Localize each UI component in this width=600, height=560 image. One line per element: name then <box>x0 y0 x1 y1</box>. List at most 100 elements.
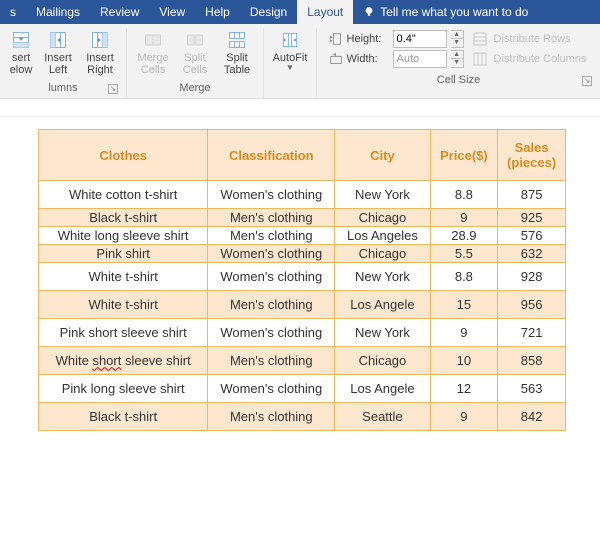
table-cell[interactable]: Men's clothing <box>208 403 335 431</box>
table-row[interactable]: White cotton t-shirtWomen's clothingNew … <box>39 181 566 209</box>
table-row[interactable]: Black t-shirtMen's clothingSeattle9842 <box>39 403 566 431</box>
table-cell[interactable]: New York <box>335 319 430 347</box>
table-row[interactable]: White t-shirtWomen's clothingNew York8.8… <box>39 263 566 291</box>
table-cell[interactable]: Women's clothing <box>208 319 335 347</box>
height-input[interactable] <box>393 30 447 48</box>
tab-truncated[interactable]: s <box>0 0 26 24</box>
table-cell[interactable]: Women's clothing <box>208 375 335 403</box>
table-cell[interactable]: 925 <box>498 209 566 227</box>
col-city[interactable]: City <box>335 130 430 181</box>
col-width-icon <box>329 52 343 66</box>
table-cell[interactable]: 721 <box>498 319 566 347</box>
group-merge: Merge Cells Split Cells Split Table Merg… <box>127 28 264 98</box>
table-row[interactable]: White long sleeve shirtMen's clothingLos… <box>39 227 566 245</box>
table-cell[interactable]: Seattle <box>335 403 430 431</box>
insert-right-button[interactable]: Insert Right <box>80 28 120 78</box>
table-cell[interactable]: Men's clothing <box>208 347 335 375</box>
table-cell[interactable]: Men's clothing <box>208 209 335 227</box>
table-cell[interactable]: 9 <box>430 319 498 347</box>
data-table[interactable]: Clothes Classification City Price($) Sal… <box>38 129 566 431</box>
group-rows-columns: sert elow Insert Left Insert Right lumns… <box>0 28 127 98</box>
table-cell[interactable]: Black t-shirt <box>39 403 208 431</box>
table-cell[interactable]: 842 <box>498 403 566 431</box>
document-area: Clothes Classification City Price($) Sal… <box>0 117 600 543</box>
table-cell[interactable]: Chicago <box>335 245 430 263</box>
table-cell[interactable]: 563 <box>498 375 566 403</box>
table-cell[interactable]: 9 <box>430 209 498 227</box>
tab-layout[interactable]: Layout <box>297 0 353 24</box>
group-autofit: AutoFit ▼ <box>264 28 317 98</box>
height-spinner[interactable]: ▲▼ <box>451 30 464 48</box>
tell-me-search[interactable]: Tell me what you want to do <box>353 0 600 24</box>
table-cell[interactable]: White cotton t-shirt <box>39 181 208 209</box>
autofit-button[interactable]: AutoFit ▼ <box>270 28 310 74</box>
table-row[interactable]: White short sleeve shirtMen's clothingCh… <box>39 347 566 375</box>
table-cell[interactable]: Black t-shirt <box>39 209 208 227</box>
table-cell[interactable]: 632 <box>498 245 566 263</box>
table-cell[interactable]: Los Angele <box>335 375 430 403</box>
table-row[interactable]: Pink long sleeve shirtWomen's clothingLo… <box>39 375 566 403</box>
table-cell[interactable]: 5.5 <box>430 245 498 263</box>
table-cell[interactable]: Pink long sleeve shirt <box>39 375 208 403</box>
table-cell[interactable]: 858 <box>498 347 566 375</box>
table-row[interactable]: White t-shirtMen's clothingLos Angele159… <box>39 291 566 319</box>
col-clothes[interactable]: Clothes <box>39 130 208 181</box>
table-cell[interactable]: 928 <box>498 263 566 291</box>
table-cell[interactable]: Chicago <box>335 209 430 227</box>
tab-review[interactable]: Review <box>90 0 149 24</box>
merge-cells-icon <box>143 30 163 50</box>
distribute-columns-button[interactable]: Distribute Columns <box>472 51 587 67</box>
dialog-launcher-icon[interactable]: ↘ <box>582 76 592 86</box>
table-row[interactable]: Pink shirtWomen's clothingChicago5.5632 <box>39 245 566 263</box>
table-cell[interactable]: 10 <box>430 347 498 375</box>
tab-view[interactable]: View <box>149 0 195 24</box>
tab-design[interactable]: Design <box>240 0 297 24</box>
ruler[interactable] <box>0 99 600 117</box>
split-table-button[interactable]: Split Table <box>217 28 257 78</box>
distribute-rows-button[interactable]: Distribute Rows <box>472 31 587 47</box>
table-row[interactable]: Black t-shirtMen's clothingChicago9925 <box>39 209 566 227</box>
split-cells-label: Split Cells <box>183 52 207 76</box>
group-merge-label: Merge <box>133 80 257 98</box>
insert-left-button[interactable]: Insert Left <box>38 28 78 78</box>
table-cell[interactable]: Los Angeles <box>335 227 430 245</box>
insert-below-icon <box>11 30 31 50</box>
table-cell[interactable]: New York <box>335 181 430 209</box>
table-cell[interactable]: 28.9 <box>430 227 498 245</box>
table-cell[interactable]: White long sleeve shirt <box>39 227 208 245</box>
table-cell[interactable]: Men's clothing <box>208 227 335 245</box>
table-cell[interactable]: Women's clothing <box>208 263 335 291</box>
table-cell[interactable]: 576 <box>498 227 566 245</box>
table-cell[interactable]: Chicago <box>335 347 430 375</box>
table-cell[interactable]: 8.8 <box>430 263 498 291</box>
table-cell[interactable]: 956 <box>498 291 566 319</box>
tell-me-label: Tell me what you want to do <box>380 5 528 19</box>
col-sales[interactable]: Sales (pieces) <box>498 130 566 181</box>
table-cell[interactable]: 875 <box>498 181 566 209</box>
table-cell[interactable]: 15 <box>430 291 498 319</box>
table-cell[interactable]: 12 <box>430 375 498 403</box>
table-cell[interactable]: New York <box>335 263 430 291</box>
tab-help[interactable]: Help <box>195 0 240 24</box>
table-cell[interactable]: White t-shirt <box>39 263 208 291</box>
table-cell[interactable]: 8.8 <box>430 181 498 209</box>
width-spinner[interactable]: ▲▼ <box>451 50 464 68</box>
insert-below-button[interactable]: sert elow <box>6 28 36 78</box>
table-cell[interactable]: 9 <box>430 403 498 431</box>
table-cell[interactable]: Pink shirt <box>39 245 208 263</box>
width-input[interactable] <box>393 50 447 68</box>
table-cell[interactable]: Women's clothing <box>208 245 335 263</box>
table-row[interactable]: Pink short sleeve shirtWomen's clothingN… <box>39 319 566 347</box>
tab-mailings[interactable]: Mailings <box>26 0 90 24</box>
group-rows-columns-label: lumns ↘ <box>6 80 120 98</box>
table-cell[interactable]: Pink short sleeve shirt <box>39 319 208 347</box>
col-classification[interactable]: Classification <box>208 130 335 181</box>
table-cell[interactable]: White t-shirt <box>39 291 208 319</box>
insert-right-icon <box>90 30 110 50</box>
dialog-launcher-icon[interactable]: ↘ <box>108 84 118 94</box>
table-cell[interactable]: Los Angele <box>335 291 430 319</box>
table-cell[interactable]: Men's clothing <box>208 291 335 319</box>
table-cell[interactable]: White short sleeve shirt <box>39 347 208 375</box>
col-price[interactable]: Price($) <box>430 130 498 181</box>
table-cell[interactable]: Women's clothing <box>208 181 335 209</box>
